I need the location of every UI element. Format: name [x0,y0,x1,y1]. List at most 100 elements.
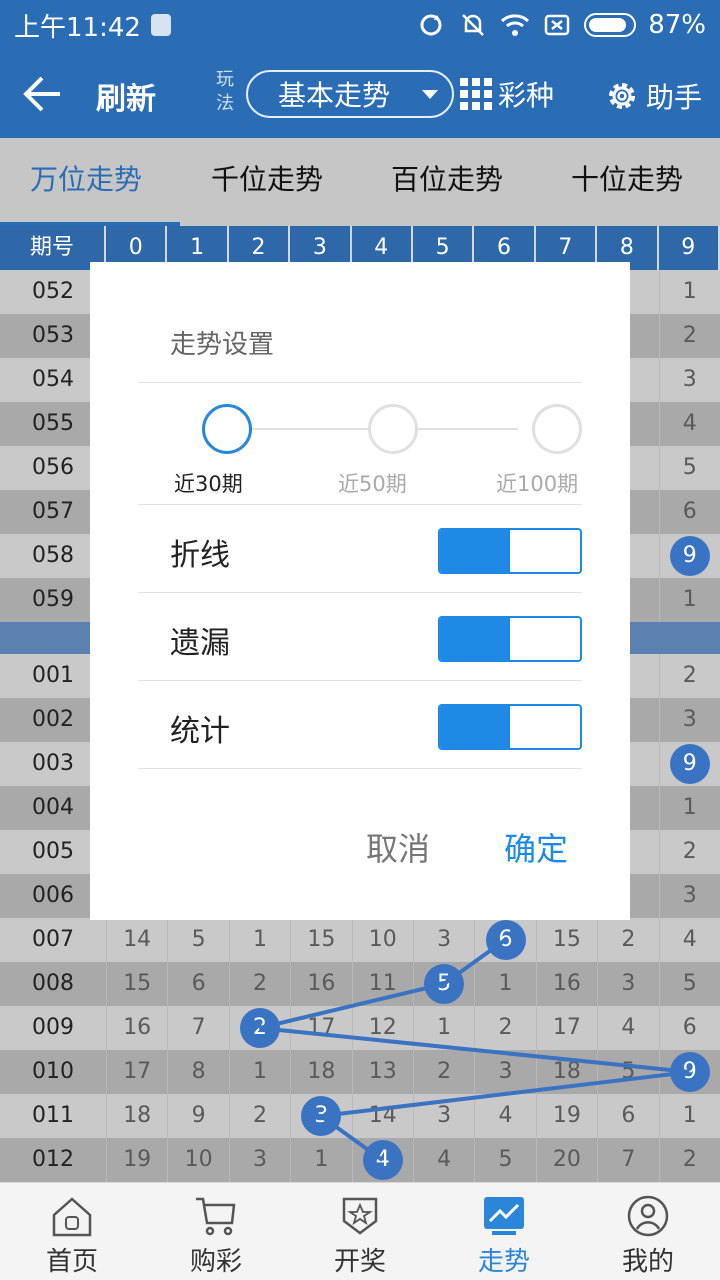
omission-cell: 3 [474,1050,535,1094]
table-row: 012 19 10 3 1 4 4 5 20 7 2 [0,1138,720,1182]
divider [138,592,582,593]
option-stats-toggle[interactable] [438,704,582,750]
range-option-50[interactable] [368,404,418,454]
nav-home[interactable]: 首页 [0,1183,144,1280]
omission-cell: 18 [535,1050,597,1094]
nav-buy[interactable]: 购彩 [144,1183,288,1280]
period-cell: 011 [32,1103,74,1128]
hit-ball: 6 [485,920,526,960]
wifi-icon [500,10,530,40]
omission-cell: 2 [658,654,720,698]
omission-cell: 1 [228,1050,290,1094]
nav-draw[interactable]: 开奖 [288,1183,432,1280]
hit-ball: 4 [362,1140,403,1180]
omission-cell: 2 [412,1050,474,1094]
omission-cell: 5 [658,962,720,1006]
range-label-100: 近100期 [496,472,579,496]
omission-cell: 17 [106,1050,167,1094]
omission-cell: 16 [290,962,351,1006]
omission-cell: 15 [290,918,351,962]
tab-tens[interactable]: 十位走势 [571,138,683,226]
option-stats-label: 统计 [170,714,230,749]
omission-cell: 19 [535,1094,597,1138]
omission-cell: 1 [290,1138,351,1182]
battery-percent: 87% [648,10,706,40]
omission-cell: 20 [535,1138,597,1182]
omission-cell: 1 [658,786,720,830]
tab-ten-thousands[interactable]: 万位走势 [30,138,142,226]
omission-cell: 4 [474,1094,535,1138]
back-arrow-icon[interactable] [20,72,64,116]
gear-icon [609,83,635,109]
hit-cell: 2 [228,1006,290,1050]
battery-icon [584,13,637,37]
omission-cell: 5 [658,446,720,490]
omission-cell: 6 [597,1094,658,1138]
period-cell: 012 [32,1147,74,1172]
hit-ball: 9 [669,536,710,576]
omission-cell: 6 [167,962,228,1006]
omission-cell: 4 [597,1006,658,1050]
dialog-title: 走势设置 [170,330,275,360]
period-cell: 010 [32,1059,74,1084]
omission-cell: 14 [106,918,167,962]
omission-cell: 8 [167,1050,228,1094]
hit-cell: 3 [290,1094,351,1138]
omission-cell: 7 [597,1138,658,1182]
nav-trend[interactable]: 走势 [432,1183,576,1280]
nav-mine[interactable]: 我的 [576,1183,720,1280]
table-row: 007 14 5 1 15 10 3 6 15 2 4 [0,918,720,962]
option-line-toggle[interactable] [438,528,582,574]
omission-cell: 4 [412,1138,474,1182]
trend-tabs: 万位走势 千位走势 百位走势 十位走势 [0,138,720,226]
hit-cell: 9 [658,534,720,578]
sync-icon [416,10,446,40]
divider [138,768,582,769]
hit-cell: 6 [474,918,535,962]
trend-settings-dialog: 走势设置 近30期 近50期 近100期 折线 遗漏 统计 取消 确定 [90,262,630,920]
omission-cell: 12 [351,1006,413,1050]
omission-cell: 3 [658,358,720,402]
refresh-button[interactable]: 刷新 [96,74,156,118]
hit-cell: 5 [412,962,474,1006]
lottery-type-button[interactable]: 彩种 [460,74,554,114]
omission-cell: 9 [167,1094,228,1138]
period-cell: 007 [32,927,74,952]
omission-cell: 17 [290,1006,351,1050]
omission-cell: 18 [106,1094,167,1138]
omission-cell: 2 [658,830,720,874]
cancel-button[interactable]: 取消 [366,824,430,870]
helper-button[interactable]: 助手 [604,76,702,116]
status-bar: 上午11:42 87% [0,0,720,50]
hit-ball: 9 [669,1052,710,1092]
omission-cell: 1 [658,1094,720,1138]
hit-cell: 9 [658,742,720,786]
status-time-group: 上午11:42 [14,7,171,44]
omission-cell: 2 [597,918,658,962]
status-time: 上午11:42 [14,12,141,43]
hit-ball: 3 [301,1096,342,1136]
confirm-button[interactable]: 确定 [504,824,568,870]
omission-cell: 11 [351,962,413,1006]
omission-cell: 18 [290,1050,351,1094]
range-option-100[interactable] [532,404,582,454]
toggle-on-fill [440,530,510,572]
app-bar: 刷新 玩法 基本走势 彩种 助手 [0,50,720,138]
home-icon [52,1197,92,1237]
omission-cell: 16 [535,962,597,1006]
option-omission-toggle[interactable] [438,616,582,662]
mute-bell-icon [458,10,488,40]
tab-thousands[interactable]: 千位走势 [211,138,323,226]
omission-cell: 4 [658,918,720,962]
nav-label: 购彩 [189,1247,242,1277]
tab-hundreds[interactable]: 百位走势 [391,138,503,226]
chevron-down-icon [422,90,438,99]
play-mode-label: 玩法 [216,69,234,114]
header-digit-9: 9 [659,226,720,270]
range-option-30[interactable] [202,404,252,454]
helper-label: 助手 [646,81,703,114]
omission-cell: 1 [412,1006,474,1050]
toggle-on-fill [440,618,510,660]
omission-cell: 13 [351,1050,413,1094]
play-mode-select[interactable]: 基本走势 [246,70,454,118]
